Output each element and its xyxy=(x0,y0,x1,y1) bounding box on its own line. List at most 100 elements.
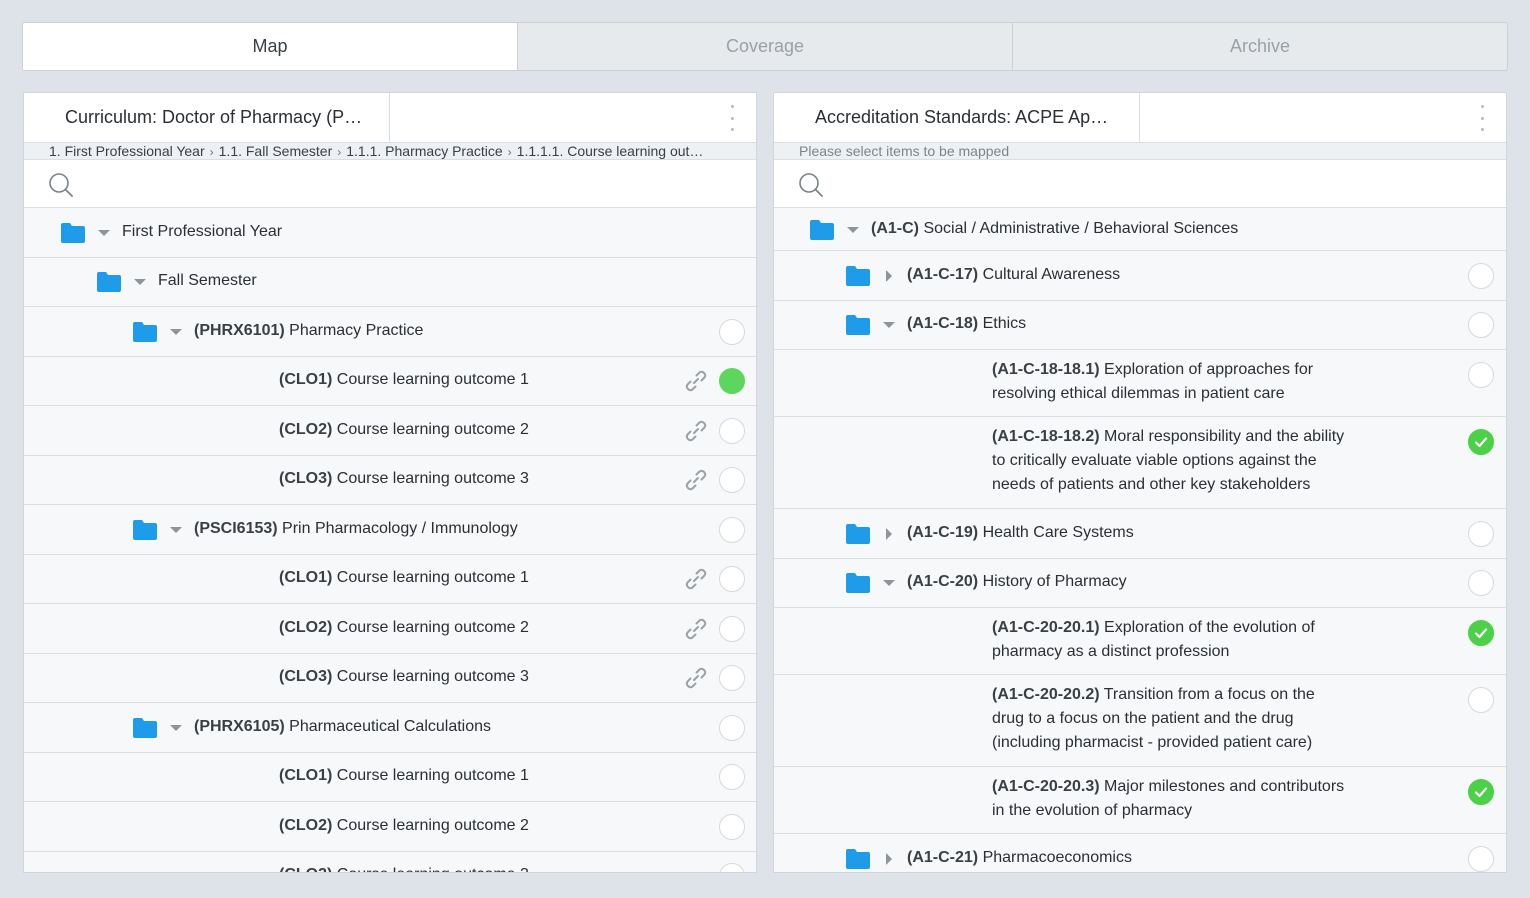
map-toggle-empty[interactable] xyxy=(1468,687,1494,713)
tab-archive[interactable]: Archive xyxy=(1012,23,1507,70)
tree-item-row[interactable]: (CLO1) Course learning outcome 1 xyxy=(24,752,756,802)
tree-folder-row[interactable]: First Professional Year xyxy=(24,208,756,258)
map-toggle-empty[interactable] xyxy=(719,863,745,872)
map-toggle-empty[interactable] xyxy=(1468,362,1494,388)
map-toggle-mapped[interactable] xyxy=(1468,620,1494,646)
map-toggle-empty[interactable] xyxy=(719,318,745,345)
tab-map[interactable]: Map xyxy=(23,23,517,70)
map-toggle-mapped[interactable] xyxy=(1468,429,1494,455)
tree-folder-row[interactable]: (PHRX6101) Pharmacy Practice xyxy=(24,307,756,357)
item-code: (A1-C) xyxy=(871,219,919,237)
tree-item-row[interactable]: (CLO1) Course learning outcome 1 xyxy=(24,554,756,604)
view-tabs: Map Coverage Archive xyxy=(22,22,1508,71)
tree-item-row[interactable]: (A1-C-20-20.2) Transition from a focus o… xyxy=(774,675,1506,767)
breadcrumb-item[interactable]: 1.1.1. Pharmacy Practice xyxy=(346,143,502,159)
tree-item-row[interactable]: (A1-C-20-20.3) Major milestones and cont… xyxy=(774,767,1506,834)
link-icon[interactable] xyxy=(683,418,709,444)
item-title: Pharmacoeconomics xyxy=(978,848,1132,866)
tree-folder-row[interactable]: (A1-C-19) Health Care Systems xyxy=(774,509,1506,559)
caret-down-icon[interactable] xyxy=(846,223,860,237)
item-code: (PHRX6101) xyxy=(194,321,285,339)
map-toggle-mapped[interactable] xyxy=(1468,779,1494,805)
standards-panel: Accreditation Standards: ACPE Ap… Please… xyxy=(773,92,1507,873)
curriculum-search-input[interactable] xyxy=(84,168,746,200)
tab-coverage[interactable]: Coverage xyxy=(517,23,1012,70)
breadcrumb-item[interactable]: 1.1.1.1. Course learning out… xyxy=(517,143,704,159)
tree-item-row[interactable]: (CLO2) Course learning outcome 2 xyxy=(24,406,756,456)
breadcrumb-item[interactable]: 1.1. Fall Semester xyxy=(219,143,333,159)
map-toggle-empty[interactable] xyxy=(719,566,745,593)
item-code: (A1-C-18-18.1) xyxy=(992,361,1100,378)
item-title: Ethics xyxy=(978,315,1027,333)
caret-down-icon[interactable] xyxy=(169,325,183,339)
tree-item-row[interactable]: (CLO2) Course learning outcome 2 xyxy=(24,604,756,654)
map-toggle-empty[interactable] xyxy=(1468,262,1494,289)
map-toggle-empty[interactable] xyxy=(719,467,745,494)
tree-item-label: (A1-C-20-20.3) Major milestones and cont… xyxy=(992,775,1347,823)
map-toggle-mapped[interactable] xyxy=(719,368,745,395)
tree-item-label: (PSCI6153) Prin Pharmacology / Immunolog… xyxy=(194,520,518,538)
map-toggle-empty[interactable] xyxy=(1468,520,1494,547)
map-toggle-empty[interactable] xyxy=(719,615,745,642)
item-code: (PSCI6153) xyxy=(194,519,278,537)
item-title: Social / Administrative / Behavioral Sci… xyxy=(919,219,1239,237)
tree-item-row[interactable]: (CLO3) Course learning outcome 3 xyxy=(24,653,756,703)
tree-item-row[interactable]: (A1-C-18-18.2) Moral responsibility and … xyxy=(774,417,1506,509)
item-code: (A1-C-20) xyxy=(907,573,979,591)
map-toggle-empty[interactable] xyxy=(1468,312,1494,339)
map-toggle-empty[interactable] xyxy=(719,714,745,741)
tree-item-row[interactable]: (CLO1) Course learning outcome 1 xyxy=(24,356,756,406)
standards-search-input[interactable] xyxy=(834,168,1496,200)
tree-item-label: (PHRX6101) Pharmacy Practice xyxy=(194,322,423,340)
map-toggle-empty[interactable] xyxy=(719,813,745,840)
map-toggle-empty[interactable] xyxy=(719,417,745,444)
map-toggle-empty[interactable] xyxy=(719,516,745,543)
tree-item-label: (CLO2) Course learning outcome 2 xyxy=(279,421,529,439)
caret-down-icon[interactable] xyxy=(133,275,147,289)
standards-panel-header: Accreditation Standards: ACPE Ap… xyxy=(774,93,1506,143)
item-code: (CLO3) xyxy=(279,866,332,872)
tree-item-row[interactable]: (A1-C-18-18.1) Exploration of approaches… xyxy=(774,350,1506,417)
map-toggle-empty[interactable] xyxy=(1468,845,1494,872)
item-code: (CLO2) xyxy=(279,420,333,438)
caret-down-icon[interactable] xyxy=(882,576,896,590)
tree-folder-row[interactable]: Fall Semester xyxy=(24,257,756,307)
tree-item-row[interactable]: (CLO3) Course learning outcome 3 xyxy=(24,851,756,872)
caret-down-icon[interactable] xyxy=(169,523,183,537)
link-icon[interactable] xyxy=(683,616,709,642)
caret-down-icon[interactable] xyxy=(882,318,896,332)
map-toggle-empty[interactable] xyxy=(719,665,745,692)
item-code: (CLO1) xyxy=(279,569,333,587)
folder-icon xyxy=(846,573,870,594)
tree-item-row[interactable]: (CLO3) Course learning outcome 3 xyxy=(24,455,756,505)
tree-folder-row[interactable]: (A1-C-21) Pharmacoeconomics xyxy=(774,834,1506,872)
link-icon[interactable] xyxy=(683,566,709,592)
tree-folder-row[interactable]: (A1-C-17) Cultural Awareness xyxy=(774,251,1506,301)
caret-right-icon[interactable] xyxy=(882,852,896,866)
caret-down-icon[interactable] xyxy=(169,721,183,735)
item-title: Pharmaceutical Calculations xyxy=(284,717,492,735)
tree-folder-row[interactable]: (A1-C-18) Ethics xyxy=(774,300,1506,350)
standards-menu-icon[interactable] xyxy=(1478,105,1486,131)
map-toggle-empty[interactable] xyxy=(719,764,745,791)
link-icon[interactable] xyxy=(683,368,709,394)
tree-folder-row[interactable]: (A1-C-20) History of Pharmacy xyxy=(774,558,1506,608)
folder-icon xyxy=(133,519,157,540)
caret-right-icon[interactable] xyxy=(882,527,896,541)
tree-folder-row[interactable]: (A1-C) Social / Administrative / Behavio… xyxy=(774,208,1506,251)
link-icon[interactable] xyxy=(683,665,709,691)
tree-folder-row[interactable]: (PSCI6153) Prin Pharmacology / Immunolog… xyxy=(24,505,756,555)
map-toggle-empty[interactable] xyxy=(1468,570,1494,597)
curriculum-search xyxy=(24,160,756,208)
folder-icon xyxy=(846,265,870,286)
link-icon[interactable] xyxy=(683,467,709,493)
selection-hint: Please select items to be mapped xyxy=(774,143,1506,160)
curriculum-tree: First Professional Year Fall Semester (PHR… xyxy=(24,208,756,872)
tree-item-row[interactable]: (A1-C-20-20.1) Exploration of the evolut… xyxy=(774,608,1506,675)
tree-item-row[interactable]: (CLO2) Course learning outcome 2 xyxy=(24,802,756,852)
curriculum-menu-icon[interactable] xyxy=(728,105,736,131)
tree-folder-row[interactable]: (PHRX6105) Pharmaceutical Calculations xyxy=(24,703,756,753)
caret-right-icon[interactable] xyxy=(882,269,896,283)
caret-down-icon[interactable] xyxy=(97,226,111,240)
breadcrumb-item[interactable]: 1. First Professional Year xyxy=(49,143,205,159)
